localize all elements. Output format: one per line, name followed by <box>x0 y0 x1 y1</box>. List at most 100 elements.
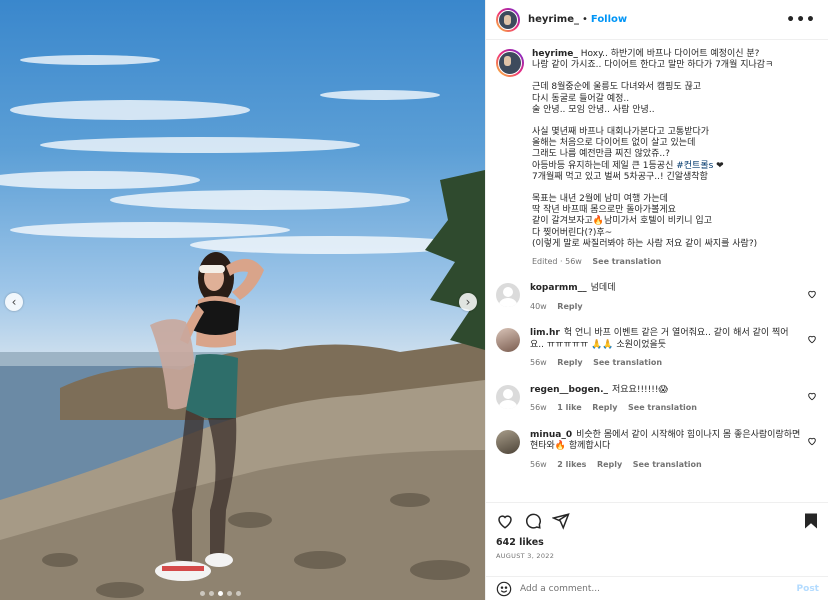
caption-avatar[interactable] <box>496 49 524 77</box>
caption-line: 올해는 처음으로 다이어트 없이 살고 있는데 <box>532 138 696 149</box>
caption-line: 같이 갈겨보자고🔥남미가서 호텔이 비키니 입고 <box>532 216 712 227</box>
comment-time: 56w <box>530 459 547 469</box>
comment-time: 40w <box>530 301 547 311</box>
share-send-icon[interactable] <box>552 512 570 530</box>
comment-body: koparmm__ 넘데데 40w Reply <box>530 283 802 312</box>
caption-line: 딱 작년 바프때 몸으로만 돌아가볼게요 <box>532 205 676 216</box>
comment-bubble-icon[interactable] <box>524 512 542 530</box>
comment-item: minua_0 비슷한 몸에서 같이 시작해야 힘이나지 몸 좋은사람이랑하면 현… <box>496 429 819 471</box>
caption-line: heyrime_ Hoxy.. 하반기에 바프나 다이어트 예정이신 분? <box>532 49 760 59</box>
caption-line: (이렇게 말로 싸질러봐야 하는 사람 저요 같이 싸지를 사람?) <box>532 238 758 249</box>
comment-text: 헉 언니 바프 이벤트 같은 거 열어줘요.. 같이 해서 같이 찍어요.. ㅠ… <box>530 328 789 350</box>
comment-like-heart-icon[interactable] <box>807 436 817 446</box>
comment-like-heart-icon[interactable] <box>807 334 817 344</box>
caption-line: 아등바등 유지하는데 제일 큰 1등공신 #컨트롤s ❤ <box>532 160 724 171</box>
comment-text-line: lim.hr 헉 언니 바프 이벤트 같은 거 열어줘요.. 같이 해서 같이 찍… <box>530 328 802 351</box>
comment-text-line: regen__bogen._ 저요요!!!!!!😱 <box>530 385 802 397</box>
comment-see-translation[interactable]: See translation <box>628 403 697 412</box>
post-caption: heyrime_ Hoxy.. 하반기에 바프나 다이어트 예정이신 분? 나랑 … <box>496 49 819 267</box>
comment-like-heart-icon[interactable] <box>807 391 817 401</box>
caption-line: 근데 8월중순에 울릉도 다녀와서 캠핑도 끊고 <box>532 82 702 93</box>
header-separator: • <box>581 14 588 25</box>
comment-item: koparmm__ 넘데데 40w Reply <box>496 283 819 312</box>
post-photo[interactable]: ‹ › <box>0 0 485 600</box>
comment-text: 저요요!!!!!!😱 <box>612 384 668 395</box>
post-panel: heyrime_ • Follow ••• heyrime_ Hoxy.. 하반… <box>485 0 828 600</box>
comment-likes[interactable]: 1 like <box>557 403 581 412</box>
like-heart-icon[interactable] <box>496 512 514 530</box>
author-username[interactable]: heyrime_ <box>528 14 579 25</box>
carousel-next-button[interactable]: › <box>459 293 477 311</box>
follow-button[interactable]: Follow <box>591 14 627 25</box>
comment-body: regen__bogen._ 저요요!!!!!!😱 56w 1 like Repl… <box>530 385 802 414</box>
caption-line: 목표는 내년 2월에 남미 여행 가는데 <box>532 194 668 205</box>
carousel-dot <box>209 591 214 596</box>
caption-username[interactable]: heyrime_ <box>532 49 578 59</box>
comment-see-translation[interactable]: See translation <box>633 460 702 469</box>
carousel-dot <box>218 591 223 596</box>
caption-line: 그래도 나름 예전만큼 찌진 않았쥬..? <box>532 149 670 160</box>
commenter-username[interactable]: koparmm__ <box>530 283 587 293</box>
comment-see-translation[interactable]: See translation <box>593 358 662 367</box>
commenter-username[interactable]: minua_0 <box>530 430 572 440</box>
author-avatar[interactable] <box>496 7 520 32</box>
caption-line: 7개월째 먹고 있고 벌써 5차공구..! 긴알생착함 <box>532 171 708 182</box>
post-actions: 642 likes AUGUST 3, 2022 <box>486 502 828 560</box>
commenter-avatar[interactable] <box>496 328 520 353</box>
carousel-dot <box>227 591 232 596</box>
caption-hashtag-link[interactable]: #컨트롤s <box>676 161 713 171</box>
caption-body: heyrime_ Hoxy.. 하반기에 바프나 다이어트 예정이신 분? 나랑 … <box>532 49 802 267</box>
carousel-indicator <box>200 591 241 596</box>
caption-text: heyrime_ Hoxy.. 하반기에 바프나 다이어트 예정이신 분? 나랑 … <box>532 49 802 250</box>
comment-text-line: minua_0 비슷한 몸에서 같이 시작해야 힘이나지 몸 좋은사람이랑하면 현… <box>530 430 802 453</box>
commenter-username[interactable]: regen__bogen._ <box>530 385 608 395</box>
caption-line: 나랑 같이 가시죠.. 다이어트 한다고 말만 하다가 7개월 지나감ㅋ <box>532 60 774 71</box>
caption-line: 다시 동굴로 들어갈 예정.. <box>532 93 630 104</box>
carousel-dot <box>236 591 241 596</box>
emoji-icon[interactable] <box>496 581 512 597</box>
commenter-username[interactable]: lim.hr <box>530 328 560 338</box>
caption-line: 술 안녕.. 모임 안녕.. 사람 안녕.. <box>532 104 655 115</box>
comment-meta: 56w Reply See translation <box>530 357 802 369</box>
comment-time: 56w <box>530 403 547 413</box>
comment-meta: 40w Reply <box>530 301 802 313</box>
comment-list: koparmm__ 넘데데 40w Reply lim.hr 헉 언니 바프 이벤트… <box>496 283 819 470</box>
caption-line: 사실 몇년째 바프나 대회나가본다고 고통받다가 <box>532 127 710 138</box>
comment-reply-button[interactable]: Reply <box>557 302 582 311</box>
comment-text-line: koparmm__ 넘데데 <box>530 283 802 295</box>
comment-item: lim.hr 헉 언니 바프 이벤트 같은 거 열어줘요.. 같이 해서 같이 찍… <box>496 328 819 369</box>
comments-section[interactable]: heyrime_ Hoxy.. 하반기에 바프나 다이어트 예정이신 분? 나랑 … <box>486 41 828 501</box>
caption-see-translation[interactable]: See translation <box>592 257 661 266</box>
comment-like-heart-icon[interactable] <box>807 289 817 299</box>
caption-edited-time: Edited · 56w <box>532 257 582 267</box>
comment-body: lim.hr 헉 언니 바프 이벤트 같은 거 열어줘요.. 같이 해서 같이 찍… <box>530 328 802 369</box>
post-date: AUGUST 3, 2022 <box>496 552 555 560</box>
comment-reply-button[interactable]: Reply <box>597 460 622 469</box>
post-header: heyrime_ • Follow ••• <box>486 0 828 40</box>
carousel-dot <box>200 591 205 596</box>
comment-reply-button[interactable]: Reply <box>592 403 617 412</box>
comment-item: regen__bogen._ 저요요!!!!!!😱 56w 1 like Repl… <box>496 384 819 414</box>
comment-text: 넘데데 <box>590 283 616 294</box>
comment-reply-button[interactable]: Reply <box>557 358 582 367</box>
commenter-avatar[interactable] <box>496 384 520 409</box>
commenter-avatar[interactable] <box>496 283 520 308</box>
comment-meta: 56w 2 likes Reply See translation <box>530 459 802 471</box>
saved-bookmark-icon[interactable] <box>803 512 819 530</box>
comment-input[interactable] <box>520 583 770 594</box>
post-comment-button[interactable]: Post <box>797 584 819 594</box>
commenter-avatar[interactable] <box>496 429 520 454</box>
comment-time: 56w <box>530 358 547 368</box>
comment-meta: 56w 1 like Reply See translation <box>530 402 802 414</box>
more-options-icon[interactable]: ••• <box>786 12 816 28</box>
caption-line: 다 찢어버린다(?)후~ <box>532 227 613 238</box>
carousel-prev-button[interactable]: ‹ <box>5 293 23 311</box>
comment-likes[interactable]: 2 likes <box>557 460 586 469</box>
like-count[interactable]: 642 likes <box>496 537 819 548</box>
photo-scene <box>0 55 485 600</box>
add-comment-bar: Post <box>486 576 828 600</box>
comment-body: minua_0 비슷한 몸에서 같이 시작해야 힘이나지 몸 좋은사람이랑하면 현… <box>530 430 802 471</box>
